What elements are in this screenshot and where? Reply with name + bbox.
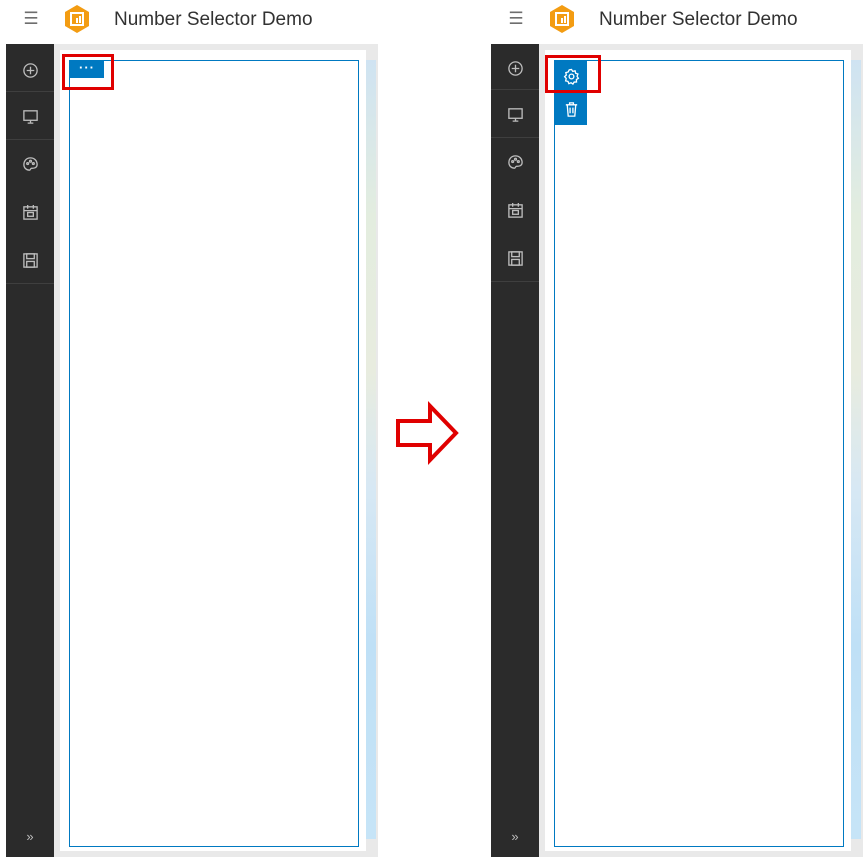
- editor-panel-before: ☰ Number Selector Demo » ···: [6, 0, 378, 857]
- monitor-icon[interactable]: [491, 96, 539, 132]
- toolbar-divider: [491, 89, 539, 90]
- editor-panel-after: ☰ Number Selector Demo »: [491, 0, 863, 857]
- side-toolbar: »: [6, 44, 54, 857]
- layout-canvas: [539, 44, 863, 857]
- app-header: ☰ Number Selector Demo: [6, 0, 378, 40]
- map-preview: [366, 60, 376, 839]
- arrow-right-icon: [396, 401, 459, 465]
- expand-toolbar-icon[interactable]: »: [491, 825, 539, 849]
- monitor-icon[interactable]: [6, 98, 54, 134]
- layout-canvas: [54, 44, 378, 857]
- delete-button[interactable]: [555, 93, 587, 125]
- app-title: Number Selector Demo: [599, 9, 798, 30]
- palette-icon[interactable]: [491, 144, 539, 180]
- toolbar-divider: [6, 139, 54, 140]
- app-header: ☰ Number Selector Demo: [491, 0, 863, 40]
- calendar-icon[interactable]: [491, 192, 539, 228]
- add-icon[interactable]: [491, 50, 539, 86]
- toolbar-divider: [491, 137, 539, 138]
- map-preview: [851, 60, 861, 839]
- toolbar-divider: [6, 283, 54, 284]
- app-logo-icon: [65, 5, 89, 33]
- save-icon[interactable]: [6, 242, 54, 278]
- toolbar-divider: [6, 91, 54, 92]
- save-icon[interactable]: [491, 240, 539, 276]
- hamburger-menu-icon[interactable]: ☰: [20, 8, 42, 30]
- selected-widget[interactable]: [69, 60, 359, 847]
- app-logo-icon: [550, 5, 574, 33]
- expand-toolbar-icon[interactable]: »: [6, 825, 54, 849]
- add-icon[interactable]: [6, 52, 54, 88]
- gear-icon: [563, 68, 579, 85]
- settings-button[interactable]: [555, 60, 587, 92]
- toolbar-divider: [491, 281, 539, 282]
- trash-icon: [565, 101, 577, 117]
- selected-widget[interactable]: [554, 60, 844, 847]
- calendar-icon[interactable]: [6, 194, 54, 230]
- app-title: Number Selector Demo: [114, 9, 313, 30]
- palette-icon[interactable]: [6, 146, 54, 182]
- hamburger-menu-icon[interactable]: ☰: [505, 8, 527, 30]
- side-toolbar: »: [491, 44, 539, 857]
- more-options-button[interactable]: ···: [70, 60, 104, 78]
